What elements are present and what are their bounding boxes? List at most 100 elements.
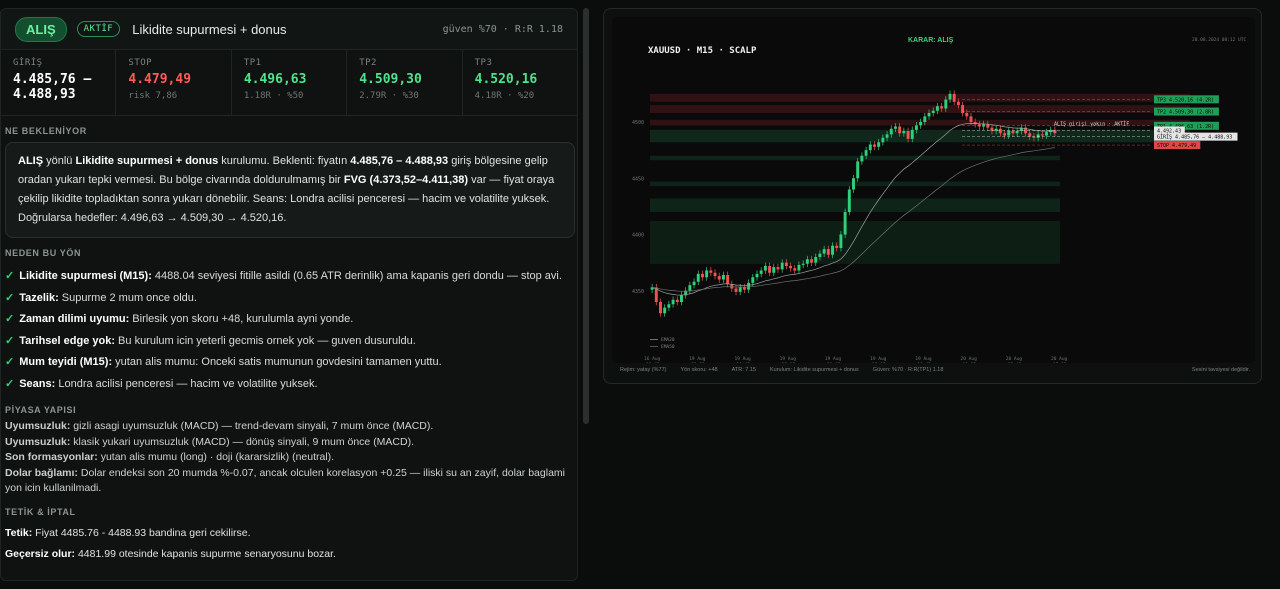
candle-body (805, 259, 809, 264)
candle-body (944, 99, 948, 109)
reason-text: Bu kurulum icin yeterli gecmis ornek yok… (115, 334, 416, 347)
chart-title: XAUUSD · M15 · SCALP (648, 46, 757, 56)
x-tick-label: 20 Aug (1051, 356, 1068, 362)
level-value: 4.496,63 (243, 72, 307, 87)
expectation-box: ALIŞ yönlü Likidite supurmesi + donus ku… (5, 142, 575, 238)
footer-stat: Rejim: yatay (%77) (620, 367, 667, 373)
candle-body (705, 270, 709, 278)
x-tick-label: 10:45 (736, 362, 750, 363)
candle-body (772, 267, 776, 273)
candle-body (919, 122, 923, 126)
scrollbar[interactable] (583, 8, 589, 424)
price-tag-label: TP2 4.509,30 (2.8R) (1157, 110, 1214, 116)
candle-body (982, 124, 986, 127)
candle-body (717, 276, 721, 280)
legend-label: EMA20 (661, 337, 675, 343)
levels-row: GİRİŞ 4.485,76 – 4.488,93 STOP 4.479,49 risk… (1, 50, 577, 116)
x-tick-label: 19 Aug (689, 356, 706, 362)
x-tick-label: 20 Aug (961, 356, 978, 362)
level-label: GİRİŞ (13, 58, 43, 68)
trigger-list: Tetik: Fiyat 4485.76 - 4488.93 bandina g… (5, 523, 577, 565)
x-tick-label: 20 Aug (1006, 356, 1023, 362)
reason-head: Seans: (19, 377, 56, 390)
reason-head: Zaman dilimi uyumu: (19, 313, 130, 325)
y-tick-label: 4450 (632, 176, 644, 182)
x-tick-label: 15:15 (872, 362, 886, 363)
expect-text: yönlü (43, 155, 76, 167)
candle-body (885, 134, 889, 138)
trigger-head: Tetik: (5, 526, 33, 539)
x-tick-label: 07:15 (1053, 362, 1067, 363)
candle-body (818, 253, 822, 257)
x-tick-label: 19 Aug (825, 356, 842, 362)
zone-band (650, 93, 1190, 102)
candle-body (780, 262, 784, 270)
zone-band (650, 105, 1190, 113)
y-tick-label: 4350 (632, 289, 644, 295)
candle-body (1040, 134, 1044, 136)
level-label: TP3 (474, 58, 493, 68)
reason-text: Supurme 2 mum once oldu. (58, 291, 197, 304)
candle-body (663, 307, 667, 314)
candle-body (881, 137, 885, 143)
check-icon: ✓ (5, 291, 15, 304)
footer-stat: Güven: %70 · R:R(TP1) 1.18 (872, 367, 944, 373)
candle-body (726, 275, 730, 284)
market-text: Dolar endeksi son 20 mumda %-0.07, ancak… (5, 466, 565, 495)
reason-head: Tazelik: (19, 291, 59, 304)
candle-body (843, 212, 847, 235)
market-head: Uyumsuzluk: (5, 435, 71, 448)
price-chart[interactable]: 435044004450450016 Aug19:4519 Aug03:1519… (612, 17, 1255, 368)
candle-body (776, 267, 780, 270)
level-cell: STOP 4.479,49 risk 7,86 (116, 50, 232, 115)
trigger-head: Geçersiz olur: (5, 547, 76, 560)
candle-body (1011, 131, 1015, 134)
reason-item: ✓ Likidite supurmesi (M15): 4488.04 seviy… (5, 266, 577, 288)
market-item: Son formasyonlar: yutan alis mumu (long)… (5, 450, 577, 466)
market-text: klasik yukari uyumsuzluk (MACD) — dönüş … (70, 435, 415, 448)
candle-body (822, 249, 826, 254)
expect-fvg: FVG (4.373,52–4.411,38) (343, 174, 469, 186)
candle-body (902, 131, 906, 134)
x-tick-label: 00:15 (963, 362, 977, 363)
direction-button[interactable]: ALIŞ (15, 16, 67, 42)
trigger-text: Fiyat 4485.76 - 4488.93 bandina geri cek… (32, 526, 251, 539)
candle-body (688, 285, 692, 291)
ema50-line (652, 147, 1055, 292)
footer-stat: Kurulum: Likidite supurmesi + donus (769, 367, 859, 373)
level-label: TP1 (243, 58, 262, 68)
zone-band (650, 221, 1060, 264)
level-cell: GİRİŞ 4.485,76 – 4.488,93 (1, 50, 117, 115)
x-tick-label: 19 Aug (915, 356, 932, 362)
reasons-list: ✓ Likidite supurmesi (M15): 4488.04 seviy… (5, 266, 577, 395)
level-cell: TP1 4.496,63 1.18R · %50 (232, 50, 348, 115)
setup-title: Likidite supurmesi + donus (132, 21, 287, 37)
expect-entry: 4.485,76 – 4.488,93 (350, 155, 449, 167)
disclaimer: Sesini tavsiyesi değildir. (1191, 367, 1250, 373)
candle-body (877, 142, 881, 147)
candle-body (692, 281, 696, 286)
level-value: 4.509,30 (359, 72, 422, 87)
candle-body (893, 126, 897, 129)
setup-header: ALIŞ AKTİF Likidite supurmesi + donus gü… (1, 9, 577, 50)
candle-body (906, 131, 910, 139)
trigger-heading: TETİK & İPTAL (5, 506, 76, 517)
candle-body (713, 272, 717, 277)
candle-body (831, 245, 834, 255)
candle-body (931, 110, 935, 113)
x-tick-label: 19 Aug (734, 356, 751, 362)
reason-text: yutan alis mumu: Onceki satis mumunun go… (112, 356, 442, 368)
market-text: gizli asagi uyumsuzluk (MACD) — trend-de… (70, 420, 434, 432)
level-value: 4.485,76 – 4.488,93 (13, 72, 92, 102)
check-icon: ✓ (5, 270, 15, 282)
level-sub: risk 7,86 (128, 91, 178, 101)
level-sub: 4.18R · %20 (474, 91, 535, 101)
candle-body (969, 116, 973, 122)
candle-body (755, 273, 759, 278)
candle-body (709, 270, 713, 273)
candle-body (852, 178, 855, 190)
candle-body (810, 259, 814, 263)
candle-body (700, 273, 704, 278)
check-icon: ✓ (5, 377, 15, 390)
expect-setup: Likidite supurmesi + donus (75, 155, 219, 167)
